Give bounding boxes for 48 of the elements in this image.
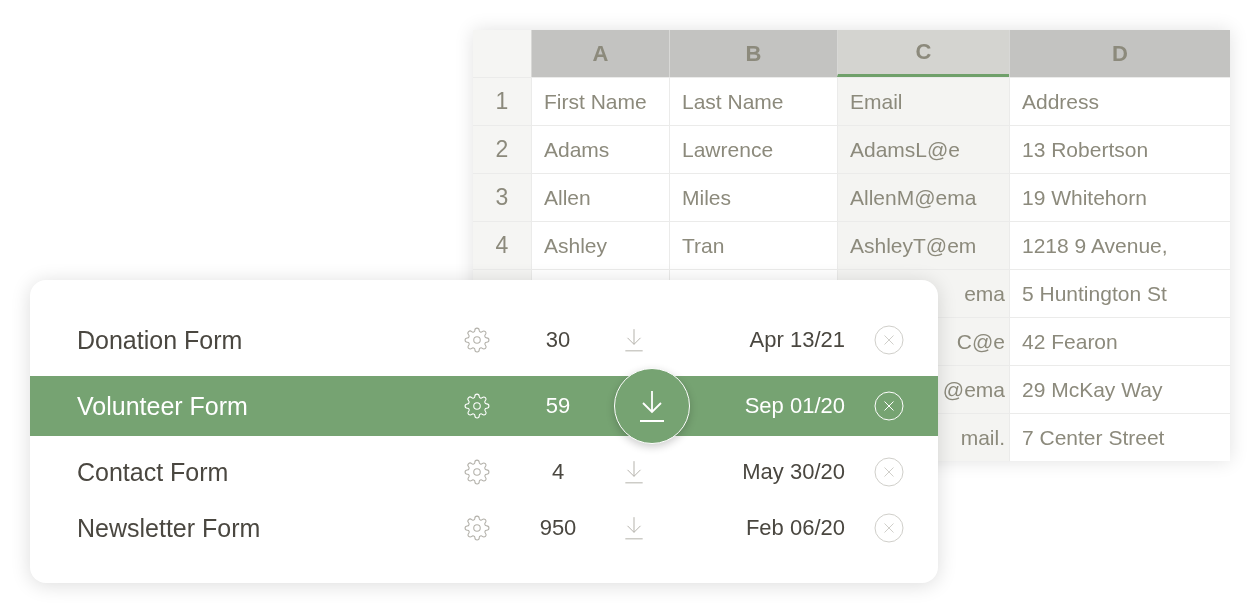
table-cell: Address xyxy=(1009,77,1230,125)
table-cell: 42 Fearon xyxy=(1009,317,1230,365)
form-name: Newsletter Form xyxy=(77,513,261,543)
form-date: Feb 06/20 xyxy=(745,515,845,541)
row-number: 4 xyxy=(473,221,531,269)
response-count: 30 xyxy=(545,327,571,353)
form-name: Donation Form xyxy=(77,325,243,355)
form-name: Volunteer Form xyxy=(77,391,248,421)
sheet-corner xyxy=(473,30,531,77)
settings-icon[interactable] xyxy=(464,327,490,353)
column-header[interactable]: B xyxy=(669,30,837,77)
table-cell: 5 Huntington St xyxy=(1009,269,1230,317)
table-cell: First Name xyxy=(531,77,669,125)
table-cell: Allen xyxy=(531,173,669,221)
form-row[interactable]: Volunteer Form 59 Sep 01/20 xyxy=(30,376,938,436)
table-cell: 29 McKay Way xyxy=(1009,365,1230,413)
form-date: May 30/20 xyxy=(742,459,845,485)
response-count: 59 xyxy=(545,393,571,419)
table-cell: Tran xyxy=(669,221,837,269)
table-cell: Email xyxy=(837,77,1009,125)
response-count: 4 xyxy=(551,459,565,485)
close-icon[interactable] xyxy=(874,325,904,355)
download-button[interactable] xyxy=(614,368,690,444)
table-cell: Ashley xyxy=(531,221,669,269)
table-cell: Last Name xyxy=(669,77,837,125)
table-cell: 13 Robertson xyxy=(1009,125,1230,173)
table-cell: AshleyT@em xyxy=(837,221,1009,269)
table-cell: AdamsL@e xyxy=(837,125,1009,173)
table-cell: Adams xyxy=(531,125,669,173)
table-cell: AllenM@ema xyxy=(837,173,1009,221)
row-number: 2 xyxy=(473,125,531,173)
table-cell: 1218 9 Avenue, xyxy=(1009,221,1230,269)
response-count: 950 xyxy=(539,515,577,541)
form-row[interactable]: Newsletter Form 950 Feb 06/20 xyxy=(30,500,938,556)
column-header[interactable]: D xyxy=(1009,30,1230,77)
close-icon[interactable] xyxy=(874,513,904,543)
column-header[interactable]: C xyxy=(837,30,1009,77)
close-icon[interactable] xyxy=(874,457,904,487)
row-number: 3 xyxy=(473,173,531,221)
table-cell: 19 Whitehorn xyxy=(1009,173,1230,221)
table-cell: Lawrence xyxy=(669,125,837,173)
form-name: Contact Form xyxy=(77,457,229,487)
settings-icon[interactable] xyxy=(464,515,490,541)
table-cell: Miles xyxy=(669,173,837,221)
settings-icon[interactable] xyxy=(464,459,490,485)
table-cell: 7 Center Street xyxy=(1009,413,1230,461)
column-header[interactable]: A xyxy=(531,30,669,77)
row-number: 1 xyxy=(473,77,531,125)
